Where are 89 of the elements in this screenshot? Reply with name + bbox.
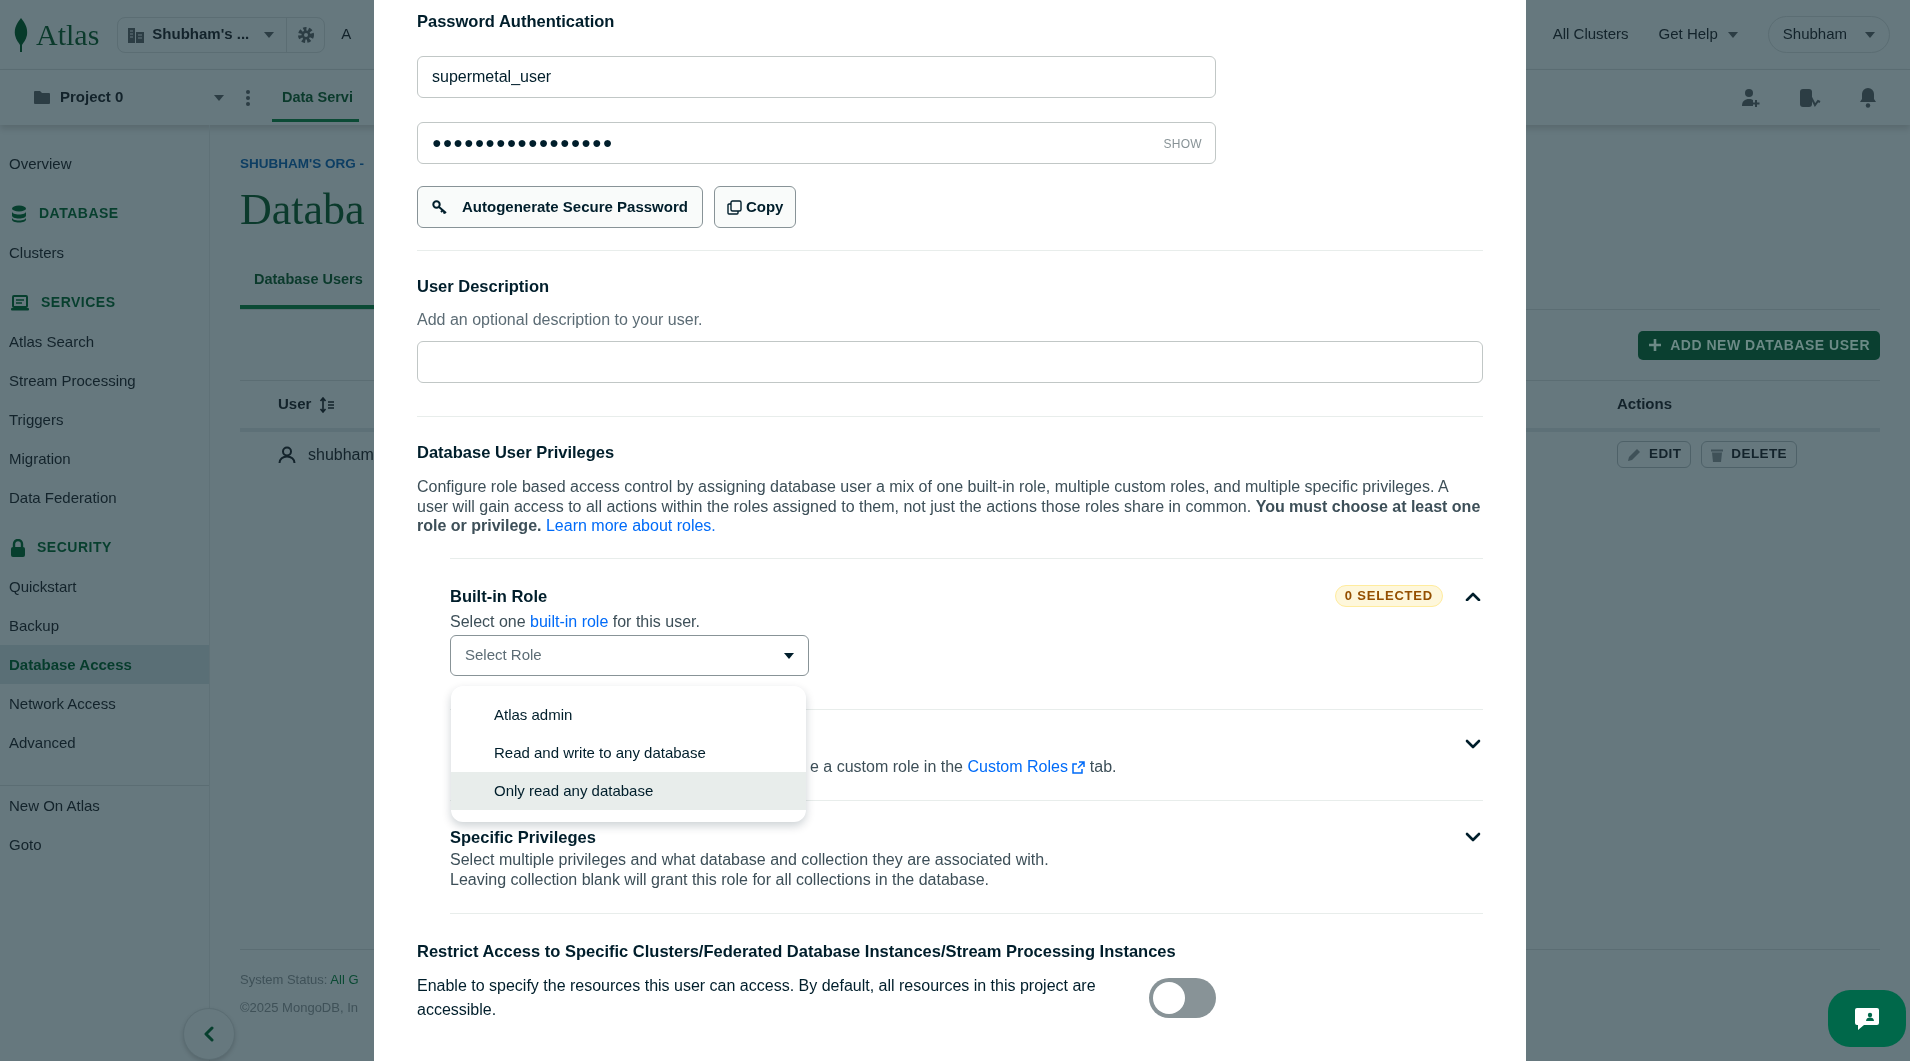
sidebar-item[interactable]: Triggers — [0, 400, 209, 439]
sidebar-item[interactable]: Stream Processing — [0, 361, 209, 400]
role-section-description: e a custom role in the Custom Roles tab. — [809, 757, 1118, 777]
pencil-icon — [1627, 447, 1641, 462]
chat-button[interactable] — [1828, 990, 1906, 1047]
chevron-up-icon[interactable] — [1465, 591, 1481, 602]
sidebar-item[interactable]: Atlas Search — [0, 322, 209, 361]
sidebar-item[interactable]: Quickstart — [0, 567, 209, 606]
role-section-title: Built-in Role — [450, 585, 548, 607]
restrict-access-toggle[interactable] — [1149, 977, 1216, 1018]
add-user-button[interactable]: ADD NEW DATABASE USER — [1638, 330, 1880, 360]
sidebar-item[interactable]: Clusters — [0, 233, 209, 272]
trash-icon — [1711, 447, 1724, 462]
sidebar-item[interactable]: Overview — [0, 144, 209, 183]
sidebar-section-heading: DATABASE — [39, 204, 119, 223]
sort-icon[interactable] — [319, 396, 336, 413]
caret-icon — [214, 94, 224, 101]
username-field[interactable]: supermetal_user — [417, 56, 1216, 98]
sidebar-item[interactable]: Advanced — [0, 723, 209, 762]
caret-icon — [1865, 31, 1875, 38]
description-field[interactable] — [417, 341, 1483, 383]
section-title: Password Authentication — [417, 11, 616, 32]
logo-text: Atlas — [36, 17, 100, 53]
copy-icon — [726, 199, 742, 215]
role-select[interactable]: Select Role — [450, 635, 809, 676]
dropdown-option[interactable]: Only read any database — [451, 772, 806, 810]
chevron-down-icon[interactable] — [1465, 832, 1481, 843]
plus-icon — [1648, 338, 1663, 352]
autogenerate-password-button[interactable]: Autogenerate Secure Password — [417, 186, 703, 228]
monitor-icon — [11, 294, 29, 311]
sidebar-item[interactable]: Network Access — [0, 684, 209, 723]
folder-icon — [34, 91, 50, 104]
leaf-logo-icon — [14, 17, 28, 52]
built-in-role-link[interactable]: built-in role — [530, 612, 609, 630]
selected-count-badge: 0 SELECTED — [1334, 584, 1443, 607]
section-description: Enable to specify the resources this user can access. By default, all resources in this project are accessible. — [417, 975, 1097, 1020]
copy-button[interactable]: Copy — [713, 186, 797, 228]
breadcrumb[interactable]: SHUBHAM'S ORG - — [240, 156, 364, 171]
building-icon — [128, 27, 145, 44]
caret-icon — [264, 32, 275, 39]
sidebar-item[interactable]: New On Atlas — [0, 786, 209, 825]
sidebar-item[interactable]: Goto — [0, 825, 209, 864]
nav-tab[interactable]: Data Servi — [272, 73, 359, 122]
page-title: Databa — [240, 185, 365, 234]
section-description: Add an optional description to your user. — [417, 310, 704, 330]
external-link-icon — [1072, 761, 1086, 775]
learn-more-link[interactable]: Learn more about roles. — [545, 517, 716, 534]
section-title: Restrict Access to Specific Clusters/Federated Database Instances/Stream Processing Instances — [417, 940, 1177, 962]
clipboard-pulse-icon[interactable] — [1799, 86, 1821, 109]
chevron-down-icon[interactable] — [1465, 738, 1481, 749]
dropdown-option[interactable]: Atlas admin — [451, 696, 806, 734]
kebab-menu-icon[interactable] — [246, 90, 250, 107]
sidebar-item[interactable]: Backup — [0, 606, 209, 645]
nav-link[interactable]: A — [341, 23, 352, 46]
caret-icon — [1727, 31, 1738, 38]
role-section-title: Specific Privileges — [450, 826, 596, 848]
sidebar-item[interactable]: Migration — [0, 439, 209, 478]
nav-link[interactable]: All Clusters — [1552, 23, 1629, 46]
column-header: Actions — [1617, 394, 1672, 415]
database-icon — [11, 204, 27, 223]
settings-icon[interactable] — [296, 25, 315, 44]
sidebar-section-heading: SERVICES — [41, 293, 116, 312]
caret-icon — [784, 652, 794, 659]
chat-icon — [1854, 1006, 1880, 1031]
table-cell-text: shubham — [308, 444, 374, 465]
project-selector[interactable]: Project 0 — [34, 86, 224, 109]
column-header: User — [278, 394, 312, 415]
show-password-button[interactable]: SHOW — [1163, 135, 1202, 153]
person-icon — [278, 445, 296, 464]
custom-roles-link[interactable]: Custom Roles — [967, 758, 1086, 775]
sidebar-section-heading: SECURITY — [37, 538, 112, 557]
action-button[interactable]: EDIT — [1617, 441, 1692, 468]
sidebar-item[interactable]: Database Access — [0, 645, 209, 684]
privileges-description: Configure role based access control by assigning database user a mix of one built-in role, multiple custom roles, and multiple specific privileges. A user will gain access to all actions within the roles assigned to them, not just the actions those roles share in common. You must choose at least one role or privilege. Learn more about roles. — [417, 477, 1482, 536]
role-section-description: Select one built-in role for this user. — [450, 611, 701, 631]
dropdown-option[interactable]: Read and write to any database — [451, 734, 806, 772]
key-icon — [432, 200, 448, 214]
section-title: Database User Privileges — [417, 442, 616, 463]
organization-selector[interactable]: Shubham's ... — [117, 16, 326, 53]
role-section-description: Select multiple privileges and what database and collection they are associated with. Leaving collection blank will grant this role for all collections in the database. — [450, 849, 1050, 890]
bell-icon[interactable] — [1859, 87, 1877, 108]
lock-icon — [11, 538, 25, 557]
action-button[interactable]: DELETE — [1701, 441, 1797, 468]
collapse-sidebar-button[interactable] — [183, 1008, 235, 1060]
nav-link[interactable]: Get Help — [1658, 23, 1738, 46]
user-plus-icon[interactable] — [1741, 87, 1761, 108]
sidebar-item[interactable]: Data Federation — [0, 478, 209, 517]
section-title: User Description — [417, 276, 551, 297]
chevron-left-icon — [204, 1026, 214, 1042]
